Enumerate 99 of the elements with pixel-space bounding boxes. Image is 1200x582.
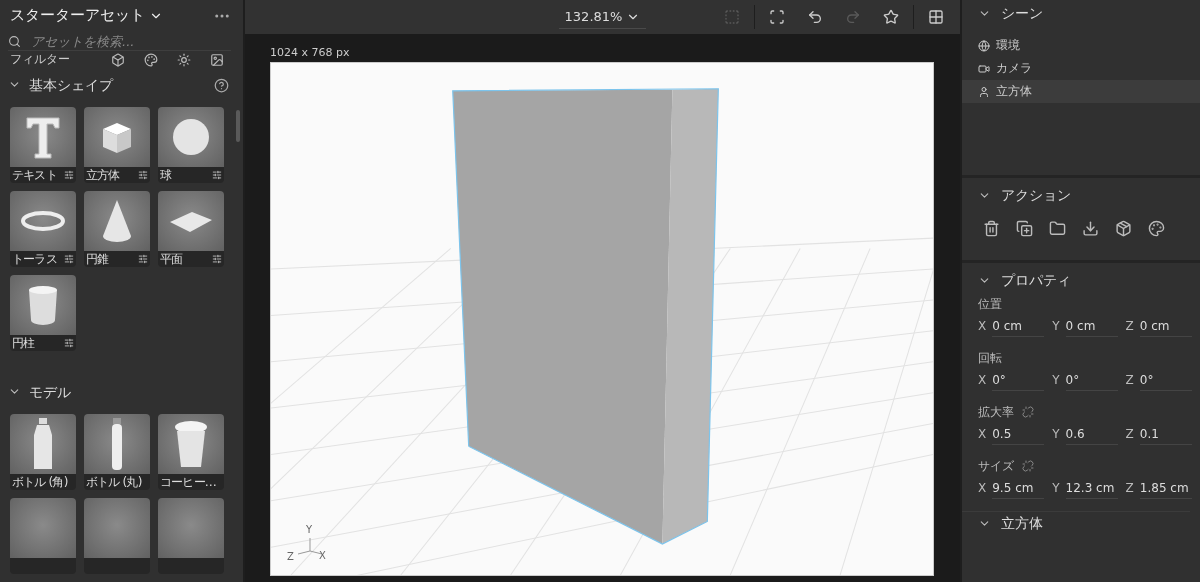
download-icon[interactable] [1081, 220, 1099, 237]
section-title[interactable]: プロパティ [1001, 272, 1071, 290]
cylinder-model-icon [26, 284, 60, 326]
axis-label: Y [1052, 373, 1060, 387]
scene-item[interactable]: 立方体 [962, 80, 1200, 103]
axis-label: X [978, 481, 987, 495]
axis-label: Y [1052, 319, 1060, 333]
asset-tile[interactable]: 球 [158, 107, 224, 183]
value-field[interactable]: 0 cm [1139, 315, 1192, 337]
axis-label: Z [1125, 373, 1134, 387]
coffee-cup-model-icon [174, 419, 208, 469]
asset-label: ボトル (角) [12, 473, 68, 490]
torus-model-icon [20, 209, 66, 233]
asset-label: 球 [160, 166, 172, 183]
axis-label: X [978, 319, 987, 333]
undo-icon [807, 9, 823, 25]
frame-icon [724, 9, 740, 25]
value-field[interactable]: 9.5 cm [992, 477, 1045, 499]
asset-label: 円柱 [12, 334, 35, 351]
value-field[interactable]: 0° [1065, 369, 1118, 391]
value-field[interactable]: 12.3 cm [1065, 477, 1118, 499]
package-icon[interactable] [1114, 220, 1132, 237]
sliders-icon[interactable] [64, 338, 74, 348]
duplicate-icon[interactable] [1015, 220, 1033, 237]
asset-tile[interactable] [84, 498, 150, 574]
zoom-dropdown[interactable]: 132.81% [558, 5, 647, 29]
redo-icon [845, 9, 861, 25]
asset-label: 平面 [160, 250, 183, 267]
panel-title[interactable]: スターターアセット [10, 6, 163, 25]
letter-t-model-icon [23, 114, 63, 160]
axis-label: Z [1125, 427, 1134, 441]
search-field[interactable]: アセットを検索... [29, 33, 231, 50]
unlink-icon[interactable] [1022, 406, 1034, 418]
asset-tile[interactable]: ボトル (角) [10, 414, 76, 490]
asset-tile[interactable]: コーヒー… [158, 414, 224, 490]
axis-label: Y [306, 525, 313, 535]
asset-tile[interactable]: ボトル (丸) [84, 414, 150, 490]
section-title[interactable]: アクション [1001, 187, 1071, 205]
asset-label: 立方体 [86, 166, 120, 183]
property-label: 位置 [978, 295, 1002, 313]
bottle-model-icon [31, 417, 55, 471]
asset-label: テキスト [12, 166, 57, 183]
filter-label: フィルター [10, 51, 71, 68]
sliders-icon[interactable] [138, 170, 148, 180]
search-icon [8, 35, 21, 48]
property-label: 拡大率 [978, 403, 1014, 421]
value-field[interactable]: 0° [1139, 369, 1192, 391]
asset-tile[interactable] [10, 498, 76, 574]
asset-tile[interactable]: 立方体 [84, 107, 150, 183]
asset-label: 円錐 [86, 250, 109, 267]
axis-label: Z [1125, 481, 1134, 495]
sliders-icon[interactable] [212, 254, 222, 264]
value-field[interactable]: 0.5 [992, 423, 1045, 445]
value-field[interactable]: 0 cm [1065, 315, 1118, 337]
asset-label: コーヒー… [160, 473, 216, 490]
asset-tile[interactable]: テキスト [10, 107, 76, 183]
folder-icon[interactable] [1048, 220, 1066, 237]
property-label: サイズ [978, 457, 1014, 475]
value-field[interactable]: 1.85 cm [1139, 477, 1192, 499]
scrollbar[interactable] [236, 110, 240, 142]
asset-tile[interactable]: 円柱 [10, 275, 76, 351]
axis-label: Z [287, 552, 294, 562]
value-field[interactable]: 0.1 [1139, 423, 1192, 445]
help-icon[interactable] [214, 78, 229, 93]
asset-tile[interactable]: 平面 [158, 191, 224, 267]
sphere-model-icon [171, 117, 211, 157]
asset-tile[interactable]: トーラス [10, 191, 76, 267]
axis-label: X [978, 427, 987, 441]
scene-item[interactable]: カメラ [962, 57, 1200, 80]
sliders-icon[interactable] [212, 170, 222, 180]
unlink-icon[interactable] [1022, 460, 1034, 472]
axis-label: X [319, 551, 326, 561]
asset-label: ボトル (丸) [86, 473, 142, 490]
property-label: 回転 [978, 349, 1002, 367]
sliders-icon[interactable] [138, 254, 148, 264]
section-title[interactable]: 立方体 [1001, 515, 1043, 533]
axis-label: Y [1052, 481, 1060, 495]
globe-icon [978, 39, 990, 52]
star-icon [883, 9, 899, 25]
canvas-size-label: 1024 x 768 px [270, 44, 351, 61]
axis-label: Z [1125, 319, 1134, 333]
section-title[interactable]: 基本シェイプ [29, 76, 206, 95]
value-field[interactable]: 0° [992, 369, 1045, 391]
section-title[interactable]: モデル [29, 383, 229, 402]
axis-label: X [978, 373, 987, 387]
axis-label: Y [1052, 427, 1060, 441]
video-camera-icon [978, 62, 990, 75]
sliders-icon[interactable] [64, 254, 74, 264]
bottle-model-icon [110, 417, 124, 471]
scene-item[interactable]: 環境 [962, 34, 1200, 57]
value-field[interactable]: 0 cm [992, 315, 1045, 337]
asset-label: トーラス [12, 250, 57, 267]
trash-icon[interactable] [982, 220, 1000, 237]
sliders-icon[interactable] [64, 170, 74, 180]
asset-tile[interactable] [158, 498, 224, 574]
section-title[interactable]: シーン [1001, 5, 1043, 23]
value-field[interactable]: 0.6 [1065, 423, 1118, 445]
camera-frame-icon [769, 9, 785, 25]
asset-tile[interactable]: 円錐 [84, 191, 150, 267]
